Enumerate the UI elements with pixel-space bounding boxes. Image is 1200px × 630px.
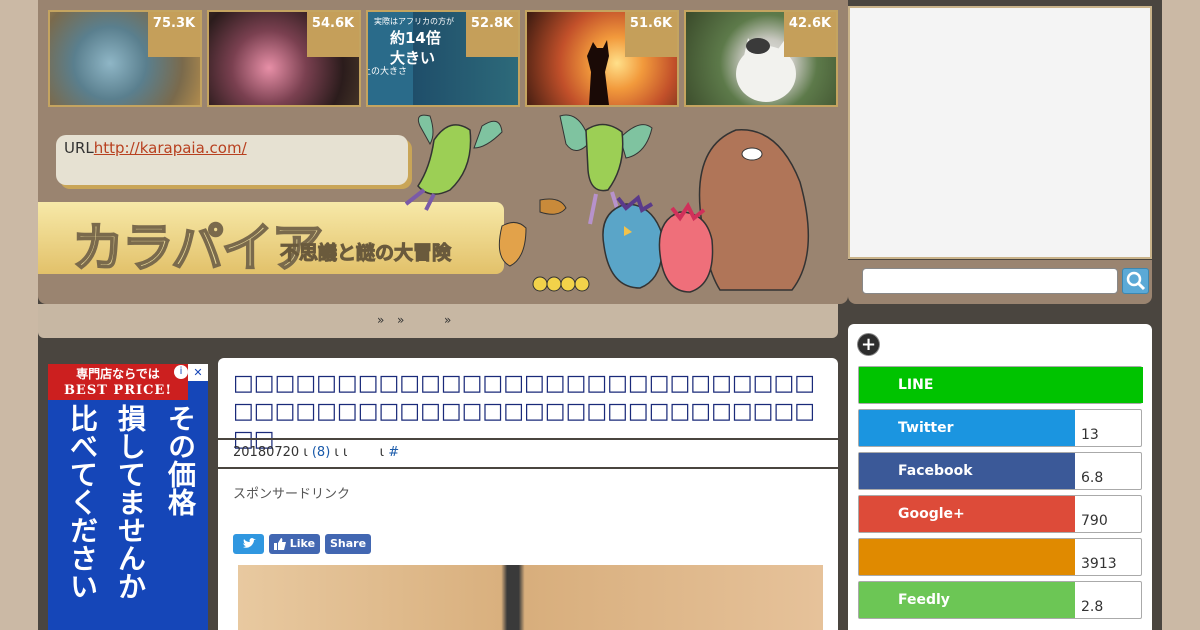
meta-separator: ι	[379, 445, 385, 460]
ad-vertical-text: 比べてください	[66, 404, 99, 600]
breadcrumb-separator: »	[444, 313, 452, 327]
thumbnail-1[interactable]: 75.3K	[48, 10, 202, 107]
breadcrumb-separator: »	[397, 313, 405, 327]
thumbnail-count: 51.6K	[625, 12, 677, 57]
share-count: 3913	[1081, 556, 1117, 572]
meta-separator: ι	[303, 445, 308, 460]
thumbs-up-icon	[273, 538, 286, 550]
divider	[218, 438, 838, 440]
search-icon	[1126, 271, 1146, 291]
share-label	[859, 539, 1075, 575]
search-button[interactable]	[1122, 268, 1149, 294]
ad-header: 専門店ならでは BEST PRICE!	[48, 364, 188, 400]
advertisement-box[interactable]	[848, 6, 1152, 259]
share-row-hatena[interactable]: 3913	[858, 538, 1142, 576]
mascot-characters-illustration	[404, 114, 810, 293]
ad-header-line: 専門店ならでは	[76, 367, 160, 381]
share-row-twitter[interactable]: Twitter 13	[858, 409, 1142, 447]
thumbnail-count: 52.8K	[466, 12, 518, 57]
ad-vertical-text: その価格	[164, 404, 197, 516]
ad-close-icon[interactable]: ✕	[188, 364, 208, 381]
site-url-link[interactable]: http://karapaia.com/	[94, 139, 247, 157]
thumbnail-3[interactable]: 実際はアフリカの方が 約14倍 大きい 上の大きさ 52.8K	[366, 10, 520, 107]
search-input[interactable]	[862, 268, 1118, 294]
share-row-feedly[interactable]: Feedly 2.8	[858, 581, 1142, 619]
share-label: LINE	[859, 367, 1143, 403]
left-advertisement[interactable]: 専門店ならでは BEST PRICE! i ✕ その価格 損してませんか 比べて…	[48, 364, 208, 630]
ad-header-line: BEST PRICE!	[63, 383, 173, 398]
article-date: 20180720	[233, 445, 300, 460]
share-label: Google+	[859, 496, 1075, 532]
thumbnail-caption: 約14倍	[390, 29, 441, 47]
breadcrumb-separator: »	[377, 313, 385, 327]
share-label: Feedly	[859, 582, 1075, 618]
popular-thumbnails: 75.3K 54.6K 実際はアフリカの方が 約14倍 大きい 上の大きさ 52…	[48, 10, 838, 107]
thumbnail-5[interactable]: 42.6K	[684, 10, 838, 107]
share-row-facebook[interactable]: Facebook 6.8	[858, 452, 1142, 490]
meta-separator: ι	[334, 445, 339, 460]
url-label: URL	[64, 139, 94, 157]
url-box: URLhttp://karapaia.com/	[56, 135, 408, 185]
search-bar	[848, 260, 1152, 304]
article-meta: 20180720 ι (8) ι ι ι #	[233, 445, 399, 460]
hashtag-link[interactable]: #	[388, 445, 399, 460]
plus-icon[interactable]: +	[858, 334, 879, 355]
thumbnail-caption: 上の大きさ	[366, 67, 408, 77]
article-image	[238, 565, 823, 630]
share-sidebar: + LINE Twitter 13 Facebook 6.8 Google+ 7…	[848, 324, 1152, 630]
thumbnail-count: 42.6K	[784, 12, 836, 57]
like-label: Like	[289, 537, 316, 550]
thumbnail-2[interactable]: 54.6K	[207, 10, 361, 107]
thumbnail-4[interactable]: 51.6K	[525, 10, 679, 107]
facebook-like-button[interactable]: Like	[269, 534, 320, 554]
breadcrumb: » » »	[38, 304, 838, 338]
share-count: 2.8	[1081, 599, 1104, 615]
ad-vertical-text: 損してませんか	[114, 404, 147, 600]
article-title[interactable]: □□□□□□□□□□□□□□□□□□□□□□□□□□□□□□□□□□□□□□□□…	[233, 370, 823, 454]
divider	[218, 467, 838, 469]
share-label: Twitter	[859, 410, 1075, 446]
twitter-share-button[interactable]	[233, 534, 264, 554]
thumbnail-count: 75.3K	[148, 12, 200, 57]
share-count: 13	[1081, 427, 1099, 443]
sponsored-link-label: スポンサードリンク	[233, 487, 351, 502]
thumbnail-count: 54.6K	[307, 12, 359, 57]
share-row-googleplus[interactable]: Google+ 790	[858, 495, 1142, 533]
facebook-share-button[interactable]: Share	[325, 534, 371, 554]
share-row-line[interactable]: LINE	[858, 366, 1143, 404]
share-count: 6.8	[1081, 470, 1104, 486]
ad-info-icon[interactable]: i	[174, 365, 188, 379]
share-label: Facebook	[859, 453, 1075, 489]
comment-count-link[interactable]: (8)	[312, 445, 330, 460]
article: □□□□□□□□□□□□□□□□□□□□□□□□□□□□□□□□□□□□□□□□…	[218, 358, 838, 630]
thumbnail-caption: 実際はアフリカの方が	[374, 17, 454, 26]
meta-separator: ι	[342, 445, 348, 460]
share-count: 790	[1081, 513, 1108, 529]
thumbnail-caption-big: 約14倍 大きい	[390, 28, 441, 68]
twitter-icon	[242, 538, 256, 548]
share-buttons: Like Share	[233, 534, 371, 554]
